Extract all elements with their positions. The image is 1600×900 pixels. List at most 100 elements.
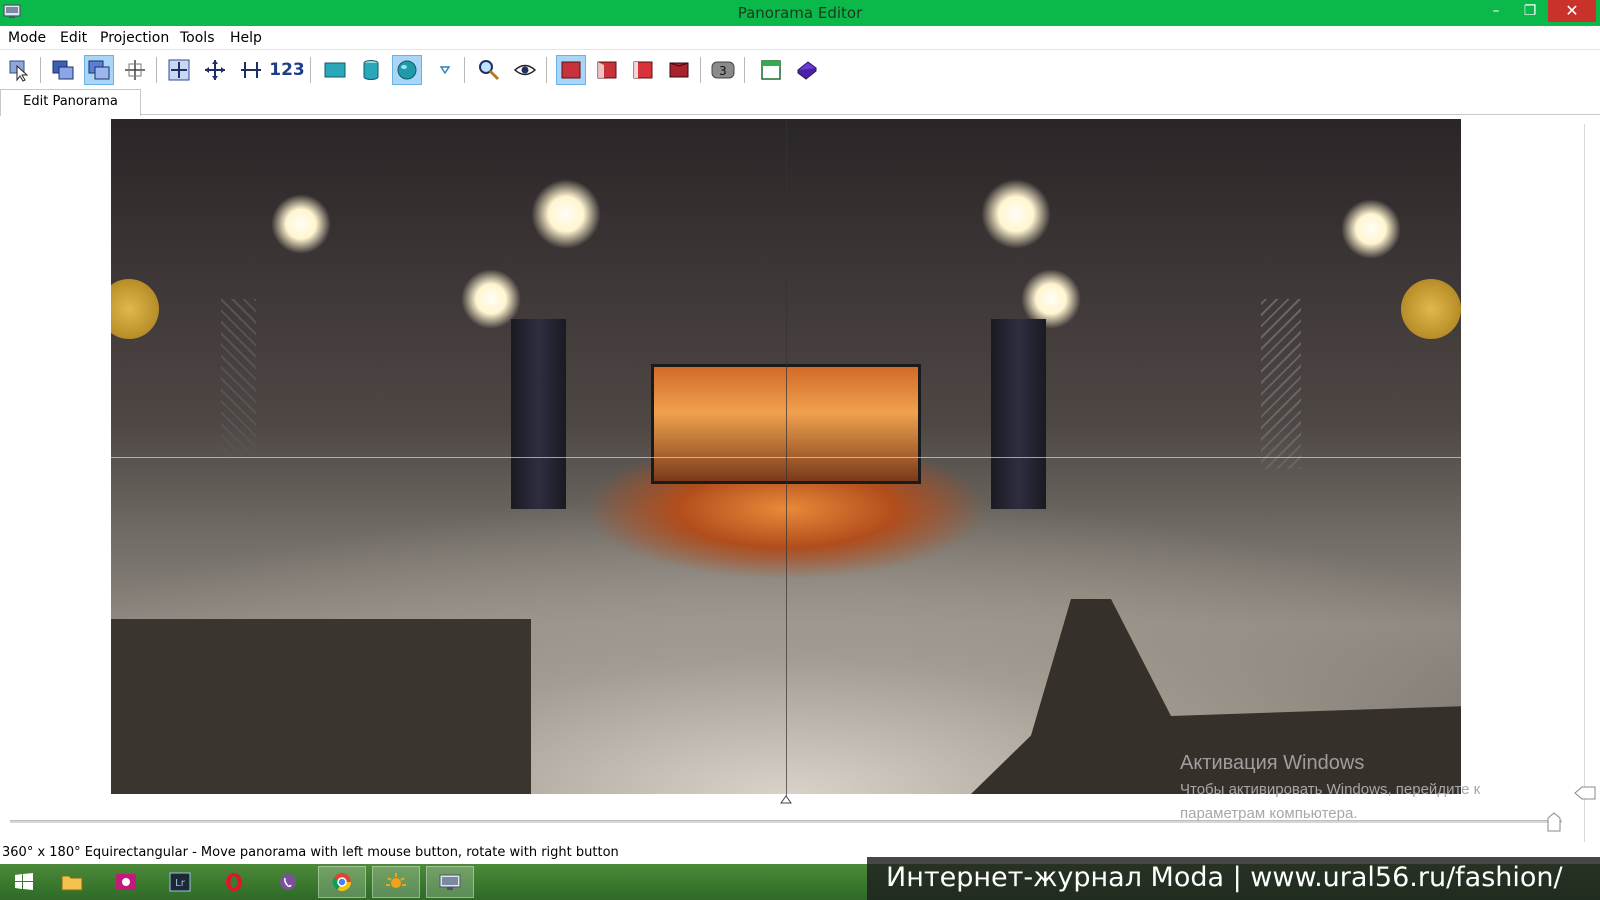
taskbar-opera[interactable] [210, 866, 258, 898]
window-title: Panorama Editor [737, 4, 863, 22]
stage-light [271, 194, 331, 254]
app-window: Panorama Editor – ❐ ✕ Mode Edit Projecti… [0, 0, 1600, 900]
status-text: 360° x 180° Equirectangular - Move panor… [2, 845, 619, 860]
maximize-button[interactable]: ❐ [1516, 0, 1544, 22]
sun-decoration [111, 279, 159, 339]
overlap-button[interactable] [84, 55, 114, 85]
toolbar-separator [40, 57, 41, 83]
toolbar: 123 3 [0, 51, 1600, 89]
window-icon [761, 60, 781, 80]
taskbar-viber[interactable] [264, 866, 312, 898]
windows-start-icon [15, 873, 33, 890]
images-button[interactable] [48, 55, 78, 85]
stage-light [981, 179, 1051, 249]
stage-light [531, 179, 601, 249]
rectilinear-projection-icon [324, 62, 346, 78]
spherical-projection-icon [397, 60, 417, 80]
panorama-editor-icon [439, 874, 461, 890]
taskbar-lightroom[interactable]: Lr [156, 866, 204, 898]
dropdown-triangle-icon [439, 66, 451, 75]
zoom-icon [479, 60, 500, 81]
taskbar-file-explorer[interactable] [48, 866, 96, 898]
layer-count-label: 3 [719, 64, 727, 78]
vertical-slider-track[interactable] [1584, 124, 1585, 868]
preview-eye-button[interactable] [510, 55, 540, 85]
crop-button[interactable] [120, 55, 150, 85]
menu-projection[interactable]: Projection [100, 30, 169, 46]
taskbar-panorama-editor[interactable] [426, 866, 474, 898]
toolbar-separator [310, 57, 311, 83]
blend-mode-4-icon [669, 62, 689, 78]
vertical-slider-handle[interactable] [1574, 786, 1596, 800]
tab-strip: Edit Panorama [0, 89, 1600, 116]
activation-watermark-line: Чтобы активировать Windows, перейдите к [1180, 781, 1481, 798]
straighten-button[interactable] [236, 55, 266, 85]
toolbar-separator [156, 57, 157, 83]
cylindrical-projection-icon [363, 60, 379, 80]
truss-tower [1261, 299, 1301, 469]
control-points-icon: 123 [269, 60, 305, 80]
toolbar-separator [464, 57, 465, 83]
blend-mode-1-button[interactable] [556, 55, 586, 85]
toolbar-separator [744, 57, 745, 83]
taskbar-camera-app[interactable] [102, 866, 150, 898]
blend-mode-1-icon [561, 61, 581, 79]
camera-app-icon [116, 874, 136, 890]
preview-eye-icon [513, 64, 537, 76]
lightroom-icon: Lr [169, 872, 191, 892]
blend-mode-2-icon [597, 61, 617, 79]
taskbar-sun-app[interactable] [372, 866, 420, 898]
opera-icon [226, 873, 242, 891]
move-icon [205, 60, 225, 80]
blend-mode-3-button[interactable] [628, 55, 658, 85]
center-marker-icon[interactable] [780, 794, 792, 804]
site-banner-text: Интернет-журнал Moda | www.ural56.ru/fas… [886, 862, 1563, 893]
taskbar-chrome[interactable] [318, 866, 366, 898]
rectilinear-projection-button[interactable] [320, 55, 350, 85]
select-arrow-icon [9, 60, 29, 82]
activation-watermark-line: параметрам компьютера. [1180, 805, 1358, 822]
menu-bar: Mode Edit Projection Tools Help [0, 26, 1600, 50]
center-icon [168, 59, 190, 81]
viber-icon [280, 874, 296, 890]
close-button[interactable]: ✕ [1548, 0, 1596, 22]
toolbar-separator [546, 57, 547, 83]
spherical-projection-button[interactable] [392, 55, 422, 85]
tab-edit-panorama[interactable]: Edit Panorama [0, 89, 141, 116]
control-points-button[interactable]: 123 [269, 55, 305, 85]
stage-curtain [991, 319, 1046, 509]
blend-mode-2-button[interactable] [592, 55, 622, 85]
minimize-button[interactable]: – [1482, 0, 1510, 22]
start-button[interactable] [0, 866, 48, 898]
stage-light [1341, 199, 1401, 259]
layer-count-button[interactable]: 3 [708, 55, 738, 85]
activation-watermark-title: Активация Windows [1180, 752, 1365, 774]
layer-count-icon: 3 [711, 61, 735, 79]
blend-mode-4-button[interactable] [664, 55, 694, 85]
center-line [786, 119, 787, 796]
title-bar: Panorama Editor – ❐ ✕ [0, 0, 1600, 26]
straighten-icon [241, 62, 261, 78]
cylindrical-projection-button[interactable] [356, 55, 386, 85]
blend-mode-3-icon [633, 61, 653, 79]
menu-mode[interactable]: Mode [8, 30, 46, 46]
move-button[interactable] [200, 55, 230, 85]
floor-fabric [111, 619, 531, 794]
stage-curtain [511, 319, 566, 509]
crop-icon [125, 60, 145, 80]
center-button[interactable] [164, 55, 194, 85]
menu-edit[interactable]: Edit [60, 30, 87, 46]
book-button[interactable] [792, 55, 822, 85]
projection-dropdown-button[interactable] [430, 55, 460, 85]
window-button[interactable] [756, 55, 786, 85]
horizontal-slider-handle[interactable] [1547, 812, 1561, 832]
images-icon [52, 60, 74, 80]
menu-tools[interactable]: Tools [180, 30, 215, 46]
select-arrow-button[interactable] [4, 55, 34, 85]
sun-decoration [1401, 279, 1461, 339]
file-explorer-icon [61, 875, 83, 891]
zoom-button[interactable] [474, 55, 504, 85]
book-icon [797, 61, 817, 80]
menu-help[interactable]: Help [230, 30, 262, 46]
truss-tower [221, 299, 256, 459]
